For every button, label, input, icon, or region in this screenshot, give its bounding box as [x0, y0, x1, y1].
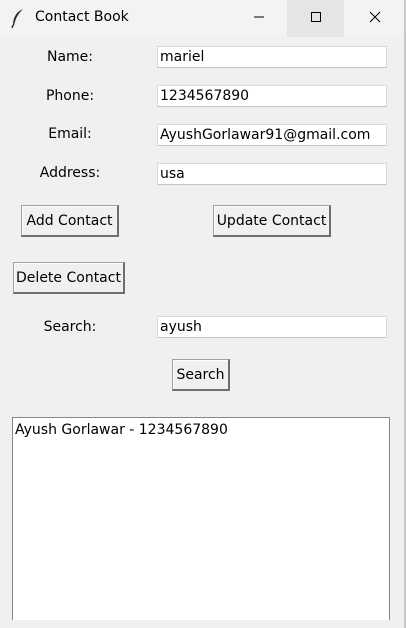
- contacts-listbox[interactable]: Ayush Gorlawar - 1234567890: [12, 417, 390, 620]
- close-button[interactable]: [346, 0, 403, 37]
- minimize-icon: [253, 11, 265, 27]
- phone-field[interactable]: [157, 85, 387, 107]
- add-contact-button[interactable]: Add Contact: [21, 205, 119, 237]
- name-field[interactable]: [157, 46, 387, 68]
- list-item[interactable]: Ayush Gorlawar - 1234567890: [14, 420, 388, 440]
- search-label: Search:: [43, 319, 97, 335]
- window-title: Contact Book: [35, 9, 129, 25]
- email-label: Email:: [48, 126, 92, 142]
- contact-book-window: Contact Book Name: Phone: Email: Address…: [0, 0, 406, 628]
- minimize-button[interactable]: [230, 0, 287, 37]
- maximize-button[interactable]: [287, 0, 344, 37]
- close-icon: [369, 11, 381, 27]
- name-label: Name:: [46, 49, 94, 65]
- update-contact-button[interactable]: Update Contact: [213, 205, 331, 237]
- address-field[interactable]: [157, 163, 387, 185]
- email-field[interactable]: [157, 124, 387, 146]
- address-label: Address:: [39, 165, 101, 181]
- search-button[interactable]: Search: [172, 359, 230, 391]
- title-bar[interactable]: Contact Book: [0, 0, 404, 37]
- maximize-icon: [310, 11, 322, 27]
- phone-label: Phone:: [45, 88, 95, 104]
- delete-contact-button[interactable]: Delete Contact: [13, 262, 125, 294]
- window-bottom-edge: [0, 620, 404, 628]
- feather-icon: [10, 8, 26, 29]
- search-input[interactable]: [157, 316, 387, 338]
